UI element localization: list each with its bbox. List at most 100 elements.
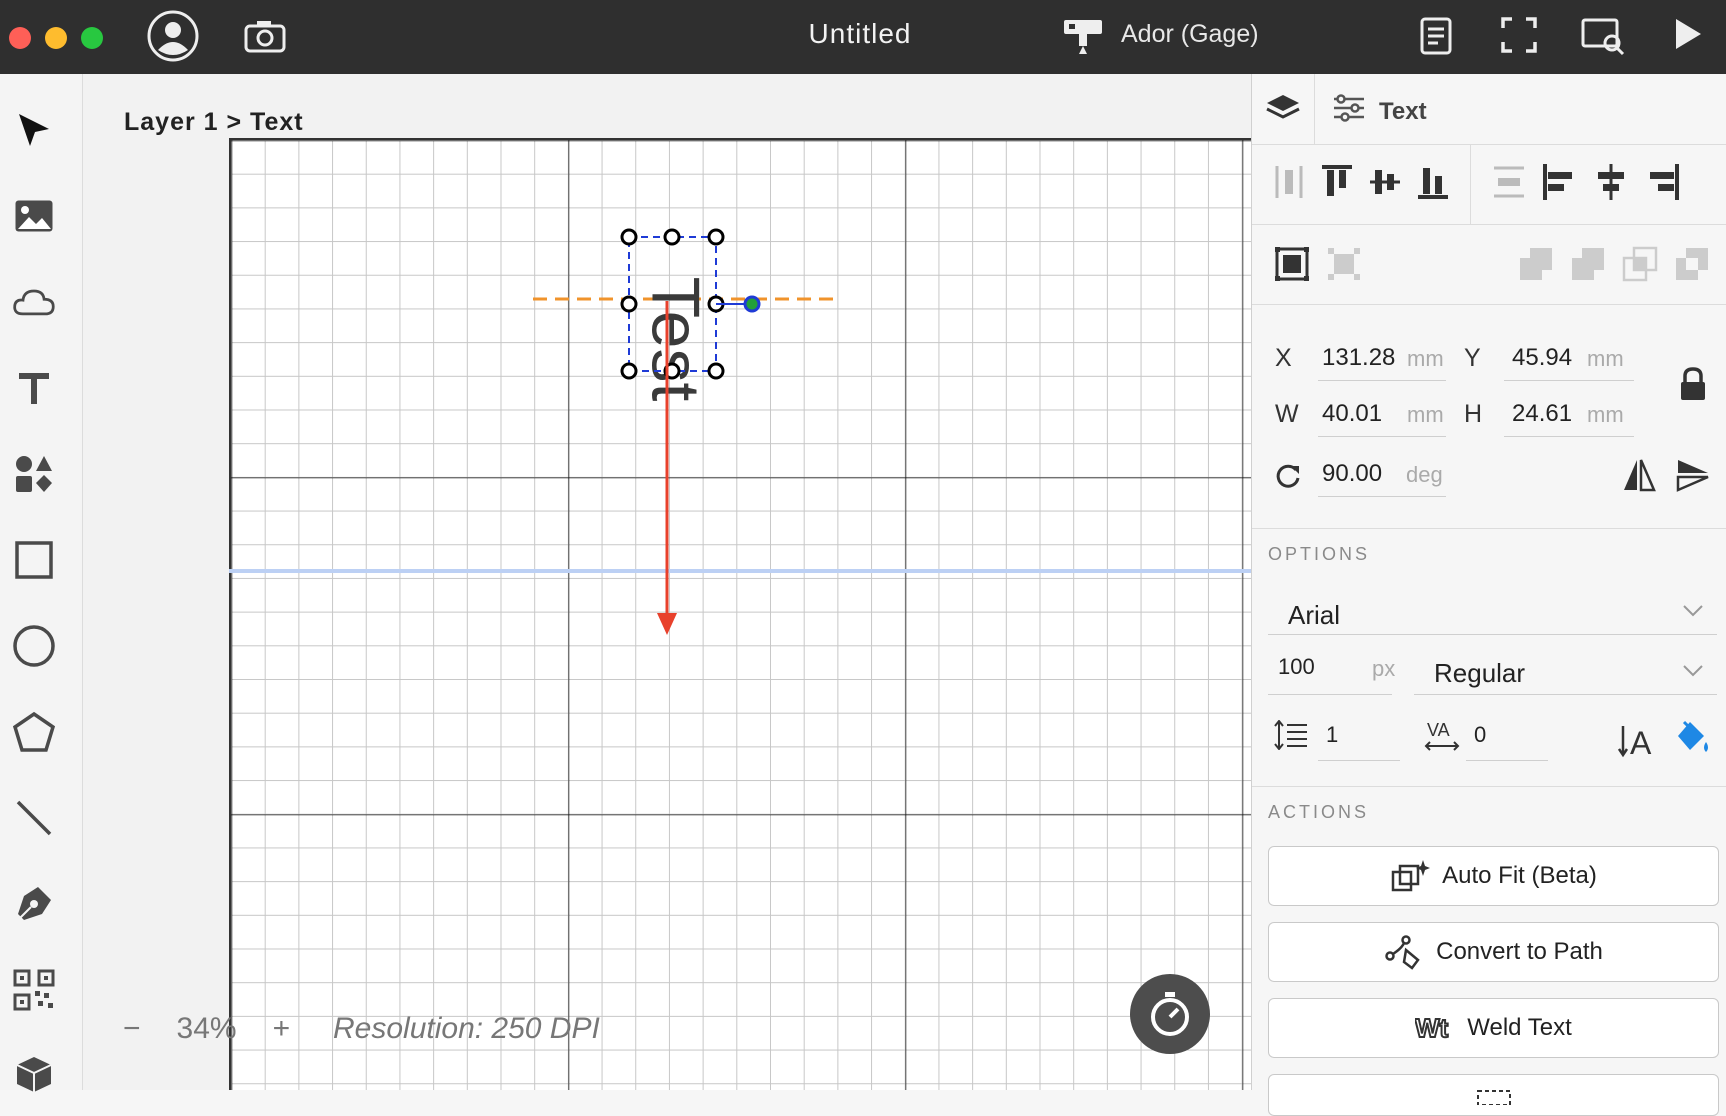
h-label: H (1464, 400, 1483, 428)
font-style-select[interactable]: Regular (1414, 652, 1717, 695)
elements-tool-icon[interactable] (12, 452, 56, 496)
y-unit: mm (1587, 346, 1624, 371)
intersect-icon[interactable] (1622, 246, 1658, 282)
letter-spacing-icon: VA (1424, 720, 1460, 751)
distribute-vertical-icon[interactable] (1274, 164, 1304, 200)
letter-spacing-input[interactable]: 0 (1474, 722, 1486, 748)
lock-ratio-icon[interactable] (1678, 366, 1708, 402)
actions-title: ACTIONS (1268, 802, 1370, 822)
ungroup-icon[interactable] (1326, 246, 1362, 282)
layers-icon (1266, 95, 1300, 119)
line-tool-icon[interactable] (12, 796, 56, 840)
qrcode-tool-icon[interactable] (12, 968, 56, 1012)
difference-icon[interactable] (1674, 246, 1710, 282)
weld-text-button[interactable]: Wt Weld Text (1268, 998, 1719, 1058)
ellipse-tool-icon[interactable] (12, 624, 56, 668)
auto-fit-button[interactable]: Auto Fit (Beta) (1268, 846, 1719, 906)
weld-text-label: Weld Text (1467, 1014, 1572, 1041)
resolution-label: Resolution: 250 DPI (333, 1012, 600, 1045)
align-bottom-icon[interactable] (1418, 164, 1448, 200)
rotation-input[interactable]: 90.00 (1322, 460, 1382, 488)
align-left-icon[interactable] (1542, 164, 1576, 200)
w-label: W (1275, 400, 1299, 428)
minimize-window-button[interactable] (45, 27, 67, 49)
line-spacing-icon (1274, 720, 1307, 750)
fill-bucket-icon[interactable] (1672, 718, 1712, 758)
tab-object-properties[interactable]: Text (1379, 98, 1427, 126)
zoom-out-button[interactable]: − (123, 1012, 141, 1046)
font-style-value: Regular (1434, 658, 1526, 688)
font-size-unit: px (1372, 656, 1396, 681)
group-icon[interactable] (1274, 246, 1310, 282)
3d-box-tool-icon[interactable] (12, 1052, 56, 1096)
vertical-text-icon[interactable]: A (1618, 722, 1658, 758)
w-input[interactable]: 40.01 (1322, 400, 1382, 428)
pen-tool-icon[interactable] (12, 882, 56, 926)
align-top-icon[interactable] (1322, 164, 1352, 200)
flip-vertical-icon[interactable] (1676, 458, 1710, 492)
frame-icon[interactable] (1500, 16, 1538, 59)
image-tool-icon[interactable] (12, 194, 56, 238)
union-icon[interactable] (1518, 246, 1554, 282)
left-toolbar (0, 74, 83, 1092)
flip-horizontal-icon[interactable] (1622, 458, 1656, 492)
polygon-tool-icon[interactable] (12, 710, 56, 754)
h-input[interactable]: 24.61 (1512, 400, 1572, 428)
font-size-input[interactable]: 100 (1278, 654, 1315, 680)
document-title: Untitled (808, 18, 912, 49)
x-input[interactable]: 131.28 (1322, 344, 1395, 372)
selection-box[interactable] (613, 224, 813, 389)
convert-to-path-button[interactable]: Convert to Path (1268, 922, 1719, 982)
y-input[interactable]: 45.94 (1512, 344, 1572, 372)
convert-path-icon (1385, 935, 1420, 970)
select-tool-icon[interactable] (12, 108, 56, 152)
x-unit: mm (1407, 346, 1444, 371)
timer-button[interactable] (1130, 974, 1210, 1054)
layers-tab[interactable] (1252, 74, 1315, 144)
zoom-controls: − 34% + (123, 1012, 290, 1046)
document-settings-icon[interactable] (1418, 16, 1454, 61)
weld-text-icon: Wt (1415, 1013, 1450, 1043)
close-window-button[interactable] (9, 27, 31, 49)
group-toolbar (1252, 224, 1726, 304)
cloud-tool-icon[interactable] (12, 280, 56, 324)
zoom-level: 34% (176, 1012, 237, 1045)
convert-to-path-label: Convert to Path (1436, 938, 1603, 965)
chevron-down-icon (1683, 605, 1703, 617)
path-preview-icon[interactable] (1580, 16, 1626, 61)
w-unit: mm (1407, 402, 1444, 427)
text-tool-icon[interactable] (12, 366, 56, 410)
y-label: Y (1464, 344, 1481, 372)
svg-text:VA: VA (1427, 720, 1450, 740)
font-family-select[interactable]: Arial (1268, 594, 1717, 635)
subtract-icon[interactable] (1570, 246, 1606, 282)
rectangle-tool-icon[interactable] (12, 538, 56, 582)
title-bar: Untitled Ador (Gage) (0, 0, 1726, 74)
font-family-value: Arial (1288, 600, 1341, 630)
x-label: X (1275, 344, 1292, 372)
rotate-icon (1276, 464, 1300, 488)
dashed-box-icon (1476, 1090, 1511, 1105)
properties-panel: Text X 131.28 mm Y 45.94 mm W 40.01 mm H… (1251, 74, 1726, 1116)
maximize-window-button[interactable] (81, 27, 103, 49)
auto-fit-icon (1391, 860, 1431, 892)
auto-fit-label: Auto Fit (Beta) (1442, 862, 1597, 889)
align-middle-icon[interactable] (1370, 164, 1400, 200)
zoom-in-button[interactable]: + (273, 1012, 291, 1046)
stopwatch-icon (1151, 992, 1189, 1036)
camera-icon[interactable] (243, 18, 287, 59)
rotation-unit: deg (1406, 462, 1443, 487)
play-icon[interactable] (1672, 16, 1704, 57)
align-center-icon[interactable] (1594, 164, 1628, 200)
svg-text:A: A (1630, 725, 1652, 758)
machine-icon[interactable] (1061, 16, 1105, 61)
more-action-button[interactable] (1268, 1074, 1719, 1116)
options-title: OPTIONS (1268, 544, 1371, 564)
distribute-horizontal-icon[interactable] (1492, 164, 1526, 200)
user-avatar-icon[interactable] (147, 10, 199, 67)
line-spacing-input[interactable]: 1 (1326, 722, 1338, 748)
machine-selector[interactable]: Ador (Gage) (1121, 20, 1259, 49)
breadcrumb: Layer 1 > Text (124, 108, 304, 136)
canvas-area[interactable]: Layer 1 > Text Test − 34% + Resolution: … (83, 74, 1251, 1090)
align-right-icon[interactable] (1646, 164, 1680, 200)
